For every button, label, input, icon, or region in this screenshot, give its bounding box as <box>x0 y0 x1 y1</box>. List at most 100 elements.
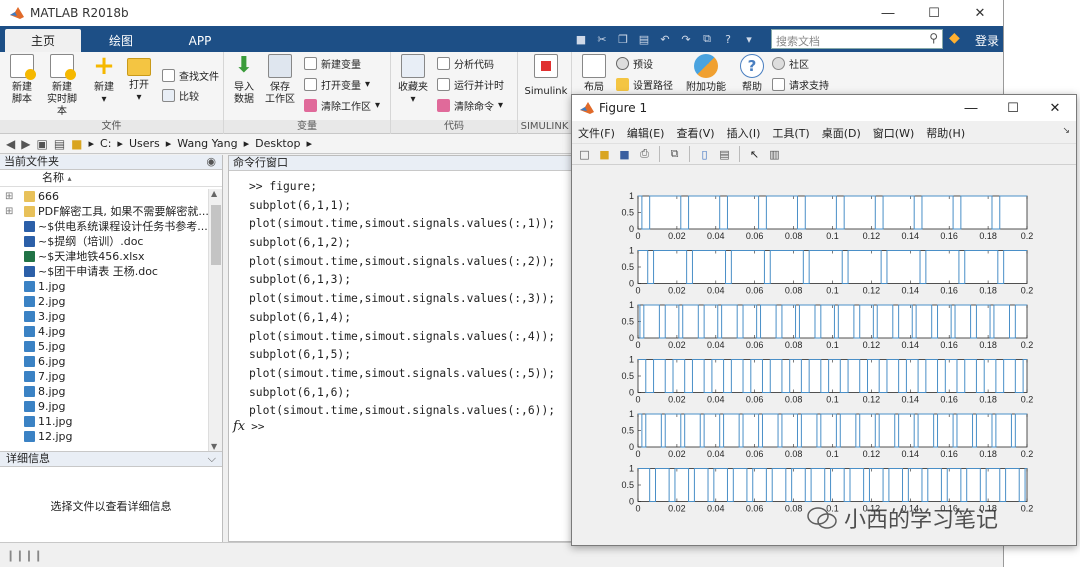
subplot-axes-3[interactable] <box>637 304 1028 339</box>
new-variable-button[interactable]: 新建变量 <box>304 54 361 72</box>
scroll-down-icon[interactable]: ▼ <box>211 442 217 451</box>
save-icon[interactable]: ■ <box>572 31 590 47</box>
open-file-icon[interactable]: ■ <box>596 146 613 162</box>
menu-help[interactable]: 帮助(H) <box>920 122 971 142</box>
file-list-scrollbar[interactable]: ▲ ▼ <box>208 189 222 451</box>
details-header[interactable]: 详细信息 ⌵ <box>0 451 222 467</box>
file-list-item[interactable]: 4.jpg <box>0 324 208 339</box>
search-documentation-input[interactable]: 搜索文档 ⚲ <box>771 29 943 49</box>
back-arrow-icon[interactable]: ◀ <box>6 137 15 151</box>
menu-file[interactable]: 文件(F) <box>572 122 621 142</box>
figure-canvas[interactable]: 0 0.02 0.04 0.06 0.08 0.1 0.12 0.14 0.16 0.18 0.2 0… <box>572 166 1076 545</box>
browse-folder-icon[interactable]: ▤ <box>54 137 65 151</box>
import-data-button[interactable]: ⬇ 导入 数据 <box>226 54 262 106</box>
find-files-button[interactable]: 查找文件 <box>162 66 219 84</box>
file-list-item[interactable]: 5.jpg <box>0 339 208 354</box>
print-icon[interactable]: ⎙ <box>636 146 653 162</box>
tab-apps[interactable]: APP <box>165 29 235 52</box>
insert-colorbar-icon[interactable]: ▯ <box>696 146 713 162</box>
new-live-script-button[interactable]: 新建 实时脚本 <box>44 54 80 118</box>
layout-button[interactable]: 布局 <box>576 54 612 94</box>
subplot-axes-4[interactable] <box>637 359 1028 393</box>
file-list-item[interactable]: ⊞ 666 <box>0 189 208 204</box>
file-list-item[interactable]: 6.jpg <box>0 354 208 369</box>
new-script-button[interactable]: 新建 脚本 <box>4 54 40 106</box>
edit-plot-arrow-icon[interactable]: ↖ <box>746 146 763 162</box>
panel-menu-icon[interactable]: ◉ <box>206 155 216 169</box>
login-link[interactable]: 登录 <box>975 32 999 49</box>
up-folder-icon[interactable]: ▣ <box>36 137 47 151</box>
preferences-button[interactable]: 预设 <box>616 54 653 72</box>
request-support-button[interactable]: 请求支持 <box>772 75 829 93</box>
minimize-button[interactable]: ― <box>865 0 911 26</box>
cut-icon[interactable]: ✂ <box>593 31 611 47</box>
subplot-axes-1[interactable] <box>637 195 1028 230</box>
close-button[interactable]: ✕ <box>957 0 1003 26</box>
copy-icon[interactable]: ❐ <box>614 31 632 47</box>
new-button[interactable]: + 新建 ▾ <box>86 53 122 106</box>
switch-windows-icon[interactable]: ⧉ <box>698 31 716 47</box>
compare-button[interactable]: 比较 <box>162 86 199 104</box>
file-list-item[interactable]: 8.jpg <box>0 384 208 399</box>
subplot-axes-2[interactable] <box>637 250 1028 284</box>
figure-maximize-button[interactable]: ☐ <box>992 95 1034 121</box>
tab-plots[interactable]: 绘图 <box>86 29 156 52</box>
notification-icon[interactable]: ◆ <box>949 30 967 48</box>
run-and-time-button[interactable]: 运行并计时 <box>437 75 504 93</box>
dock-arrow-icon[interactable]: ↘ <box>1062 126 1070 136</box>
link-plot-icon[interactable]: ⧉ <box>666 146 683 162</box>
command-window[interactable]: 命令行窗口 >> figure; subplot(6,1,1); plot(simo… <box>228 155 573 542</box>
file-list-item[interactable]: 12.jpg <box>0 429 208 444</box>
simulink-button[interactable]: Simulink <box>524 54 568 98</box>
save-workspace-button[interactable]: 保存 工作区 <box>262 54 298 106</box>
figure-close-button[interactable]: ✕ <box>1034 95 1076 121</box>
forward-arrow-icon[interactable]: ▶ <box>21 137 30 151</box>
file-list-item[interactable]: 2.jpg <box>0 294 208 309</box>
analyze-code-button[interactable]: 分析代码 <box>437 54 494 72</box>
breadcrumb-c[interactable]: C: <box>100 137 111 150</box>
insert-legend-icon[interactable]: ▤ <box>716 146 733 162</box>
menu-desktop[interactable]: 桌面(D) <box>816 122 867 142</box>
paste-icon[interactable]: ▤ <box>635 31 653 47</box>
expand-plus-icon[interactable]: ⊞ <box>5 189 13 204</box>
file-list[interactable]: ⊞ 666 ⊞ PDF解密工具, 如果不需要解密就... ~$供电系统课程设计任务书参考… <box>0 189 208 451</box>
chevron-down-icon[interactable]: ⌵ <box>208 452 216 466</box>
file-list-item[interactable]: 9.jpg <box>0 399 208 414</box>
breadcrumb-users[interactable]: Users <box>129 137 160 150</box>
undo-icon[interactable]: ↶ <box>656 31 674 47</box>
expand-plus-icon[interactable]: ⊞ <box>5 204 13 219</box>
file-list-item[interactable]: 3.jpg <box>0 309 208 324</box>
menu-view[interactable]: 查看(V) <box>670 122 720 142</box>
file-list-item[interactable]: 11.jpg <box>0 414 208 429</box>
file-list-item[interactable]: ~$团干申请表 王杨.doc <box>0 264 208 279</box>
file-list-item[interactable]: ~$提纲（培训）.doc <box>0 234 208 249</box>
scrollbar-thumb[interactable] <box>211 205 221 265</box>
menu-insert[interactable]: 插入(I) <box>721 122 767 142</box>
clear-commands-button[interactable]: 清除命令 ▾ <box>437 96 503 114</box>
subplot-axes-6[interactable] <box>637 468 1028 502</box>
subplot-axes-5[interactable] <box>637 413 1028 448</box>
file-list-item[interactable]: 7.jpg <box>0 369 208 384</box>
community-button[interactable]: 社区 <box>772 54 809 72</box>
clear-workspace-button[interactable]: 清除工作区 ▾ <box>304 96 380 114</box>
maximize-button[interactable]: ☐ <box>911 0 957 26</box>
file-list-item[interactable]: 1.jpg <box>0 279 208 294</box>
open-variable-button[interactable]: 打开变量 ▾ <box>304 75 370 93</box>
menu-window[interactable]: 窗口(W) <box>867 122 920 142</box>
scroll-up-icon[interactable]: ▲ <box>211 189 217 198</box>
help-icon[interactable]: ? <box>719 31 737 47</box>
file-list-item[interactable]: ~$供电系统课程设计任务书参考... <box>0 219 208 234</box>
subplot-grid[interactable]: 0 0.02 0.04 0.06 0.08 0.1 0.12 0.14 0.16 0.18 0.2 0… <box>572 166 1076 545</box>
redo-icon[interactable]: ↷ <box>677 31 695 47</box>
tab-home[interactable]: 主页 <box>5 29 81 52</box>
figure-minimize-button[interactable]: ― <box>950 95 992 121</box>
set-path-button[interactable]: 设置路径 <box>616 75 673 93</box>
property-inspector-icon[interactable]: ▥ <box>766 146 783 162</box>
menu-tools[interactable]: 工具(T) <box>766 122 815 142</box>
file-list-item[interactable]: ⊞ PDF解密工具, 如果不需要解密就... <box>0 204 208 219</box>
file-list-item[interactable]: ~$天津地铁456.xlsx <box>0 249 208 264</box>
help-button[interactable]: ? 帮助 <box>734 54 770 94</box>
addons-button[interactable]: 附加功能 <box>684 54 728 94</box>
qat-dropdown-icon[interactable]: ▾ <box>740 31 758 47</box>
menu-edit[interactable]: 编辑(E) <box>621 122 671 142</box>
